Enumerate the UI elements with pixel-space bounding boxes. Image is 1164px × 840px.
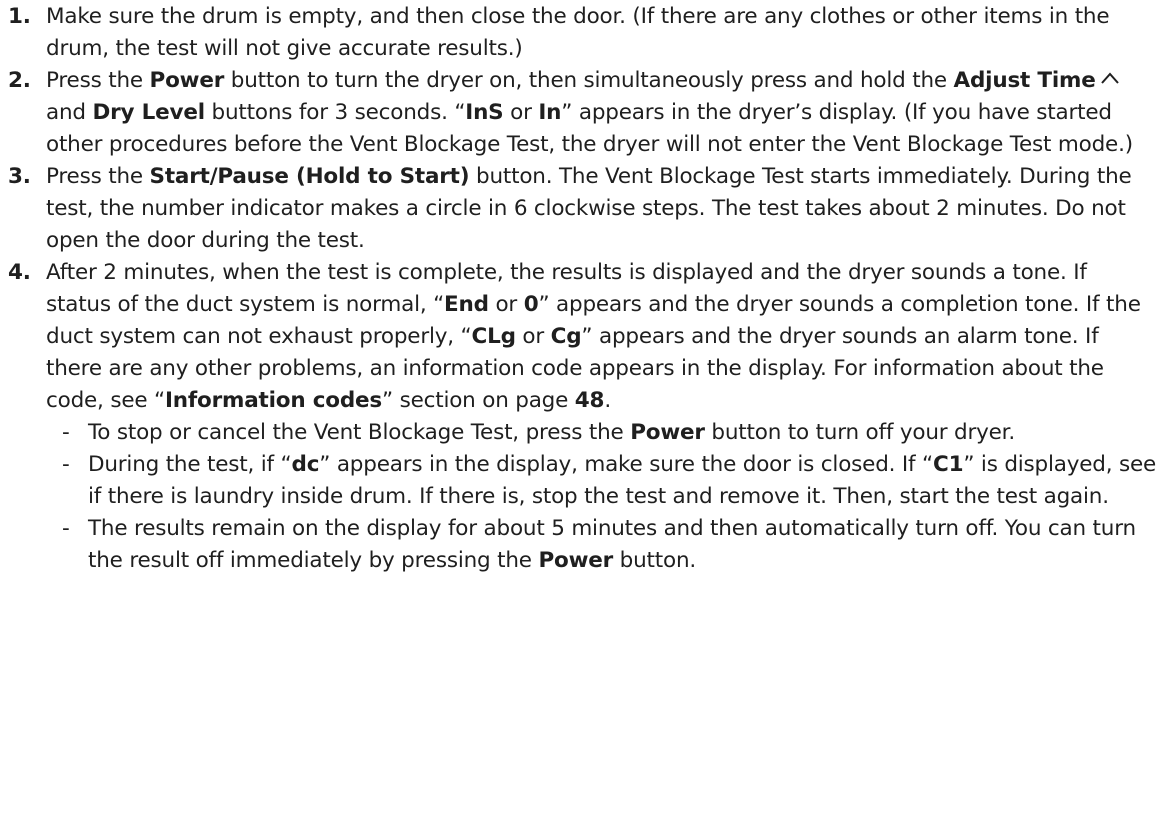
note-text: During the test, if “dc” appears in the … bbox=[88, 449, 1158, 513]
bullet-dash: - bbox=[62, 420, 70, 445]
bold-term: 48 bbox=[574, 388, 605, 413]
step-item: 2. Press the Power button to turn the dry… bbox=[8, 65, 1158, 161]
bold-term: dc bbox=[291, 452, 320, 477]
step-text: Press the Power button to turn the dryer… bbox=[46, 65, 1158, 161]
text-run: To stop or cancel the Vent Blockage Test… bbox=[88, 420, 631, 445]
step-item: 1. Make sure the drum is empty, and then … bbox=[8, 1, 1158, 65]
text-run: button. bbox=[613, 548, 697, 573]
text-run: Make sure the drum is empty, and then cl… bbox=[46, 4, 1110, 61]
step-item: 4. After 2 minutes, when the test is comp… bbox=[8, 257, 1158, 417]
text-run: button to turn off your dryer. bbox=[704, 420, 1015, 445]
step-text: Press the Start/Pause (Hold to Start) bu… bbox=[46, 161, 1158, 257]
text-run: or bbox=[503, 100, 539, 125]
text-run: button to turn the dryer on, then simult… bbox=[224, 68, 954, 93]
text-run: Press the bbox=[46, 68, 150, 93]
note-text: To stop or cancel the Vent Blockage Test… bbox=[88, 417, 1158, 449]
note-item: - The results remain on the display for a… bbox=[62, 513, 1158, 577]
bold-term: Cg bbox=[550, 324, 582, 349]
bold-term: 0 bbox=[523, 292, 539, 317]
bold-term: Power bbox=[149, 68, 225, 93]
text-run: Press the bbox=[46, 164, 150, 189]
bold-term: Adjust Time bbox=[953, 68, 1096, 93]
bullet-dash: - bbox=[62, 452, 70, 477]
bold-term: Dry Level bbox=[92, 100, 205, 125]
step-number: 4. bbox=[8, 260, 31, 285]
text-run: or bbox=[488, 292, 524, 317]
instruction-document: 1. Make sure the drum is empty, and then … bbox=[8, 1, 1158, 577]
step-number: 3. bbox=[8, 164, 31, 189]
bold-term: Power bbox=[630, 420, 705, 445]
note-item: - During the test, if “dc” appears in the… bbox=[62, 449, 1158, 513]
notes-list: - To stop or cancel the Vent Blockage Tes… bbox=[62, 417, 1158, 577]
bold-term: CLg bbox=[471, 324, 516, 349]
text-run: During the test, if “ bbox=[88, 452, 292, 477]
step-number: 2. bbox=[8, 68, 31, 93]
text-run: buttons for 3 seconds. “ bbox=[204, 100, 466, 125]
text-run: and bbox=[46, 100, 93, 125]
note-text: The results remain on the display for ab… bbox=[88, 513, 1158, 577]
text-run: . bbox=[604, 388, 611, 413]
bold-term: Start/Pause (Hold to Start) bbox=[149, 164, 470, 189]
step-number: 1. bbox=[8, 4, 31, 29]
step-text: After 2 minutes, when the test is comple… bbox=[46, 257, 1158, 417]
bold-term: In bbox=[538, 100, 562, 125]
bold-term: Information codes bbox=[164, 388, 382, 413]
bullet-dash: - bbox=[62, 516, 70, 541]
note-item: - To stop or cancel the Vent Blockage Tes… bbox=[62, 417, 1158, 449]
bold-term: End bbox=[444, 292, 489, 317]
numbered-steps-list: 1. Make sure the drum is empty, and then … bbox=[8, 1, 1158, 417]
text-run: ” section on page bbox=[382, 388, 575, 413]
bold-term: Power bbox=[538, 548, 614, 573]
step-item: 3. Press the Start/Pause (Hold to Start) … bbox=[8, 161, 1158, 257]
bold-term: C1 bbox=[933, 452, 964, 477]
text-run: ” appears in the display, make sure the … bbox=[319, 452, 933, 477]
step-text: Make sure the drum is empty, and then cl… bbox=[46, 1, 1158, 65]
caret-up-icon bbox=[1100, 72, 1119, 84]
text-run: or bbox=[515, 324, 551, 349]
bold-term: InS bbox=[465, 100, 504, 125]
